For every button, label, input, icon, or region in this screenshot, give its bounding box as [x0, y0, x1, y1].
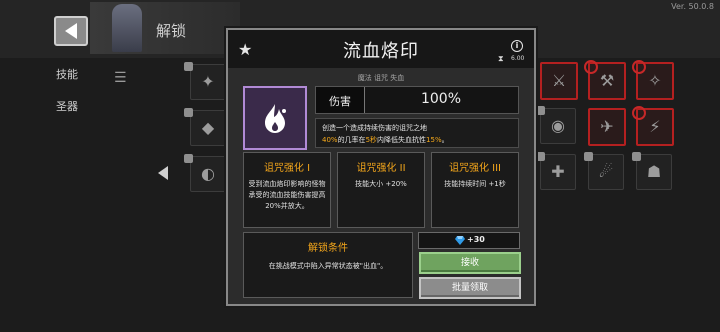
proc-duration: 5秒	[365, 136, 378, 144]
skill-slot-icon: ◆	[201, 118, 215, 137]
screen-title: 解锁	[156, 22, 187, 40]
reward-display: +30	[418, 232, 520, 249]
curse-upgrade-3: 诅咒强化 III 技能持续时间 +1秒	[431, 152, 519, 228]
curse-upgrade-1: 诅咒强化 I 受到流血烙印影响的怪物承受的流血技能伤害提高20%并放大。	[243, 152, 331, 228]
description-text: 的几率在	[337, 136, 366, 144]
resist-reduction: 15%	[426, 136, 442, 144]
claim-button[interactable]: 接收	[419, 252, 521, 274]
skill-slot[interactable]: ◐	[190, 156, 226, 192]
skill-detail-dialog: ★ 流血烙印 i ⧗ 6.00 魔法 诅咒 失血 伤害 100% 创造一个造成持…	[226, 28, 536, 306]
skill-name: 流血烙印	[343, 41, 419, 62]
curse-upgrade-title: 诅咒强化 I	[263, 163, 311, 174]
skill-slot-icon: ☄	[598, 162, 614, 181]
no-entry-icon	[632, 60, 646, 74]
skill-slot[interactable]: ✈	[588, 108, 626, 146]
side-tab-relic[interactable]: 圣器	[56, 98, 78, 114]
proc-chance: 40%	[322, 136, 338, 144]
curse-upgrade-title: 诅咒强化 II	[356, 163, 406, 174]
lock-icon	[584, 152, 593, 161]
lock-icon	[184, 154, 193, 163]
no-entry-icon	[584, 60, 598, 74]
version-label: Ver. 50.0.8	[671, 2, 714, 11]
curse-upgrade-title: 诅咒强化 III	[448, 163, 502, 174]
skill-slot-icon: ✚	[551, 162, 565, 181]
no-entry-icon	[632, 106, 646, 120]
skill-slot[interactable]: ⚔	[540, 62, 578, 100]
skill-slot-icon: ☗	[646, 162, 662, 181]
unlock-condition-body: 在挑战模式中陷入异常状态被"出血"。	[268, 262, 388, 270]
skill-slot[interactable]: ☗	[636, 154, 672, 190]
description-text: 内降低失血抗性	[377, 136, 427, 144]
skill-description: 创造一个造成持续伤害的诅咒之地 40%的几率在5秒内降低失血抗性15%。	[315, 118, 519, 148]
equip-icon: ☰	[114, 70, 127, 86]
lock-icon	[536, 106, 545, 115]
skill-slot[interactable]: ◆	[190, 110, 226, 146]
lock-icon	[536, 152, 545, 161]
lock-icon	[184, 62, 193, 71]
unlock-condition-title: 解锁条件	[308, 243, 348, 254]
lock-icon	[184, 108, 193, 117]
side-tab-skill[interactable]: 技能	[56, 66, 78, 82]
skill-tags: 魔法 诅咒 失血	[357, 74, 405, 82]
skill-slot[interactable]: ✦	[190, 64, 226, 100]
description-text: 。	[441, 136, 449, 144]
damage-value: 100%	[420, 91, 462, 107]
skill-slot-icon: ✦	[201, 72, 215, 91]
cooldown-value: 6.00	[511, 55, 525, 62]
curse-upgrade-2: 诅咒强化 II 技能大小 +20%	[337, 152, 425, 228]
blood-flame-icon	[265, 104, 286, 133]
reward-amount: +30	[467, 235, 485, 244]
skill-slot-icon: ⚔	[551, 71, 567, 90]
skill-slot-icon: ◉	[551, 116, 565, 135]
prev-page-arrow-icon[interactable]	[158, 166, 168, 180]
curse-upgrade-body: 技能大小 +20%	[355, 180, 407, 188]
character-portrait	[112, 4, 142, 52]
unlock-condition: 解锁条件 在挑战模式中陷入异常状态被"出血"。	[243, 232, 413, 298]
gem-icon	[455, 236, 465, 245]
description-line-1: 创造一个造成持续伤害的诅咒之地	[322, 124, 427, 132]
lock-icon	[632, 152, 641, 161]
curse-upgrade-body: 技能持续时间 +1秒	[444, 180, 506, 188]
damage-label: 伤害	[329, 95, 351, 108]
skill-slot-icon: ✈	[600, 117, 614, 136]
back-button[interactable]	[54, 16, 88, 46]
damage-stat-row: 伤害 100%	[315, 86, 519, 114]
skill-slot[interactable]: ◉	[540, 108, 576, 144]
description-line-2: 40%的几率在5秒内降低失血抗性15%。	[322, 135, 449, 145]
info-icon[interactable]: i	[511, 40, 523, 52]
skill-slot[interactable]: ☄	[588, 154, 624, 190]
hourglass-icon: ⧗	[498, 54, 504, 63]
back-arrow-icon	[65, 23, 77, 39]
skill-slot[interactable]: ✚	[540, 154, 576, 190]
batch-claim-button[interactable]: 批量领取	[419, 277, 521, 299]
skill-icon-frame	[243, 86, 307, 150]
curse-upgrade-body: 受到流血烙印影响的怪物承受的流血技能伤害提高20%并放大。	[248, 180, 326, 210]
skill-slot-icon: ◐	[201, 164, 215, 183]
